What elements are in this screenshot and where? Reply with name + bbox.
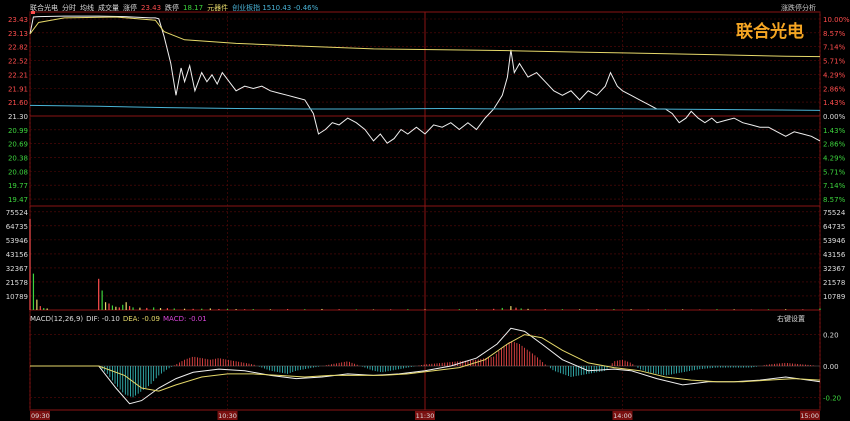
percent-tick-label: 0.00% <box>823 113 846 121</box>
fall-limit-value: 18.17 <box>183 4 204 12</box>
price-tick-label: 21.30 <box>8 113 28 121</box>
volume-tick-label: 21578 <box>823 279 845 287</box>
macd-value: MACD: -0.01 <box>163 315 207 323</box>
percent-tick-label: 1.43% <box>823 127 846 135</box>
index-info: 创业板指 1510.43 -0.46% <box>232 4 319 12</box>
stock-name: 联合光电 <box>30 4 58 12</box>
limit-analysis-link[interactable]: 涨跌停分析 <box>781 3 816 13</box>
rise-limit-label: 涨停 <box>123 4 137 12</box>
percent-tick-label: 4.29% <box>823 71 846 79</box>
tab-avg[interactable]: 均线 <box>80 3 94 13</box>
volume-tick-label: 43156 <box>6 251 29 259</box>
volume-tick-label: 10789 <box>6 293 28 301</box>
volume-tick-label: 53946 <box>6 237 29 245</box>
time-tick-label: 15:00 <box>800 412 819 420</box>
percent-tick-label: 4.29% <box>823 155 846 163</box>
macd-dea: DEA: -0.09 <box>122 315 160 323</box>
volume-tick-label: 64735 <box>823 223 845 231</box>
percent-tick-label: 5.71% <box>823 168 846 176</box>
percent-tick-label: 7.14% <box>823 182 846 190</box>
rise-limit-value: 23.43 <box>141 4 162 12</box>
macd-tick-label: 0.00 <box>823 363 839 371</box>
volume-tick-label: 21578 <box>6 279 28 287</box>
sector-label[interactable]: 元器件 <box>207 3 228 13</box>
chart-header: 联合光电 分时 均线 成交量 涨停 23.43 跌停 18.17 元器件 创业板… <box>30 3 318 13</box>
price-tick-label: 21.60 <box>8 99 28 107</box>
price-tick-label: 22.21 <box>8 71 28 79</box>
stock-watermark: 联合光电 <box>736 22 804 42</box>
volume-tick-label: 32367 <box>823 265 845 273</box>
price-tick-label: 22.82 <box>8 44 28 52</box>
tab-timeshare[interactable]: 分时 <box>62 3 76 13</box>
price-tick-label: 20.99 <box>8 127 28 135</box>
stock-chart[interactable]: 23.43 10.00% 23.13 8.57% 22.82 7.14% 22.52 5.71… <box>0 0 850 421</box>
volume-tick-label: 53946 <box>823 237 846 245</box>
percent-tick-label: 8.57% <box>823 196 846 204</box>
percent-tick-label: 7.14% <box>823 44 846 52</box>
macd-tick-label: -0.20 <box>823 394 841 402</box>
time-tick-label: 11:30 <box>416 412 435 420</box>
percent-tick-label: 2.86% <box>823 85 846 93</box>
price-tick-label: 23.13 <box>8 30 28 38</box>
volume-tick-label: 64735 <box>6 223 28 231</box>
volume-tick-label: 75524 <box>6 209 29 217</box>
percent-tick-label: 5.71% <box>823 58 846 66</box>
time-tick-label: 14:00 <box>613 412 632 420</box>
price-tick-label: 20.38 <box>8 155 28 163</box>
time-tick-label: 09:30 <box>31 412 50 420</box>
percent-tick-label: 1.43% <box>823 99 846 107</box>
time-tick-label: 10:30 <box>218 412 237 420</box>
price-tick-label: 22.52 <box>8 58 28 66</box>
macd-dif: DIF: -0.10 <box>86 315 120 323</box>
volume-tick-label: 75524 <box>823 209 846 217</box>
percent-tick-label: 10.00% <box>823 16 850 24</box>
price-tick-label: 21.91 <box>8 85 28 93</box>
volume-tick-label: 10789 <box>823 293 845 301</box>
macd-label: MACD(12,26,9) <box>30 315 84 323</box>
macd-header: MACD(12,26,9) DIF: -0.10 DEA: -0.09 MACD… <box>30 315 207 323</box>
fall-limit-label: 跌停 <box>165 4 180 12</box>
price-tick-label: 19.77 <box>8 182 28 190</box>
volume-tick-label: 32367 <box>6 265 28 273</box>
price-tick-label: 20.69 <box>8 141 28 149</box>
tab-volume[interactable]: 成交量 <box>98 3 119 13</box>
price-tick-label: 19.47 <box>8 196 28 204</box>
price-tick-label: 23.43 <box>8 16 28 24</box>
volume-tick-label: 43156 <box>823 251 846 259</box>
percent-tick-label: 8.57% <box>823 30 846 38</box>
price-tick-label: 20.08 <box>8 168 28 176</box>
macd-tick-label: 0.20 <box>823 332 839 340</box>
percent-tick-label: 2.86% <box>823 141 846 149</box>
right-click-settings[interactable]: 右键设置 <box>777 314 805 324</box>
